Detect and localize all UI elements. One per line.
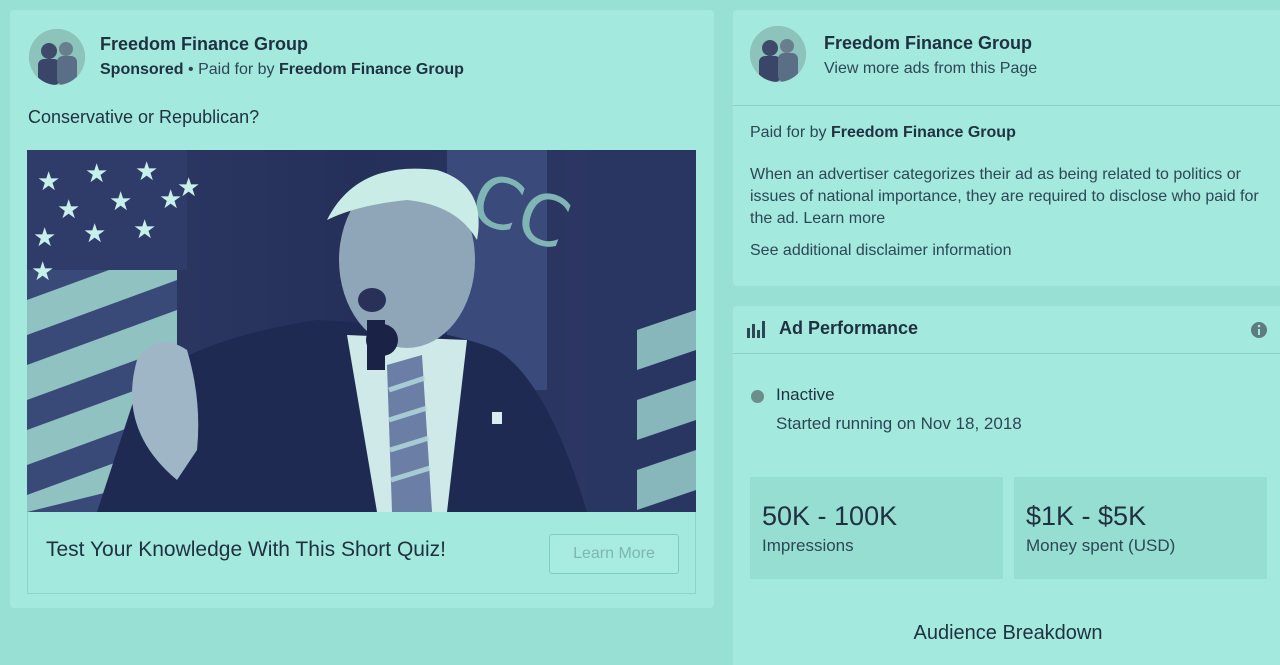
audience-breakdown-heading: Audience Breakdown <box>913 622 1103 644</box>
disclosure-text: When an advertiser categorizes their ad … <box>750 164 1265 230</box>
sponsored-line: Sponsored • Paid for by Freedom Finance … <box>100 61 464 79</box>
status-label: Inactive <box>776 385 835 404</box>
page-avatar[interactable] <box>750 26 806 82</box>
learn-more-link[interactable]: Learn more <box>803 210 885 227</box>
advertiser-name-link[interactable]: Freedom Finance Group <box>824 33 1032 54</box>
svg-text:★: ★ <box>135 157 158 187</box>
paid-for-line: Paid for by Freedom Finance Group <box>750 124 1016 142</box>
ad-performance-card: Ad Performance Inactive Started running … <box>733 306 1280 665</box>
spend-value: $1K - $5K <box>1026 501 1147 531</box>
impressions-metric: 50K - 100K Impressions <box>750 477 1003 579</box>
impressions-value: 50K - 100K <box>762 501 898 531</box>
paid-for-name-link[interactable]: Freedom Finance Group <box>279 61 464 78</box>
bar-chart-icon <box>746 320 766 343</box>
paid-for-name[interactable]: Freedom Finance Group <box>831 124 1016 141</box>
spend-label: Money spent (USD) <box>1026 536 1176 555</box>
status-indicator-dot <box>751 390 764 403</box>
impressions-label: Impressions <box>762 536 854 555</box>
meta-separator: • <box>183 61 199 78</box>
paid-for-prefix: Paid for by <box>198 61 279 78</box>
svg-text:★: ★ <box>33 223 56 253</box>
disclaimer-card: Freedom Finance Group View more ads from… <box>733 10 1280 286</box>
paid-for-prefix: Paid for by <box>750 124 831 141</box>
sponsored-label: Sponsored <box>100 61 184 78</box>
view-more-ads-link[interactable]: View more ads from this Page <box>824 60 1037 78</box>
svg-text:★: ★ <box>83 219 106 249</box>
divider <box>733 105 1280 106</box>
svg-text:★: ★ <box>177 173 200 203</box>
performance-title: Ad Performance <box>779 318 919 338</box>
learn-more-button[interactable]: Learn More <box>549 534 679 574</box>
svg-text:★: ★ <box>85 159 108 189</box>
performance-header: Ad Performance <box>733 306 1280 354</box>
svg-text:★: ★ <box>37 167 60 197</box>
svg-text:★: ★ <box>57 195 80 225</box>
page-avatar[interactable] <box>29 29 85 85</box>
start-date-text: Started running on Nov 18, 2018 <box>776 414 1022 433</box>
campaign-photo-image[interactable]: ★ ★ ★ ★ ★ ★ ★ ★ ★ ★ ★ CC <box>27 150 696 512</box>
ad-footer: Test Your Knowledge With This Short Quiz… <box>27 512 696 594</box>
additional-disclaimer-link[interactable]: See additional disclaimer information <box>750 242 1011 260</box>
ad-headline[interactable]: Test Your Knowledge With This Short Quiz… <box>46 538 446 562</box>
ad-body-text: Conservative or Republican? <box>28 107 260 127</box>
info-icon[interactable] <box>1250 321 1268 344</box>
svg-text:★: ★ <box>133 215 156 245</box>
svg-text:★: ★ <box>31 257 54 287</box>
spend-metric: $1K - $5K Money spent (USD) <box>1014 477 1267 579</box>
ad-preview-card: Freedom Finance Group Sponsored • Paid f… <box>10 10 714 608</box>
advertiser-name-link[interactable]: Freedom Finance Group <box>100 34 308 55</box>
svg-text:★: ★ <box>109 187 132 217</box>
